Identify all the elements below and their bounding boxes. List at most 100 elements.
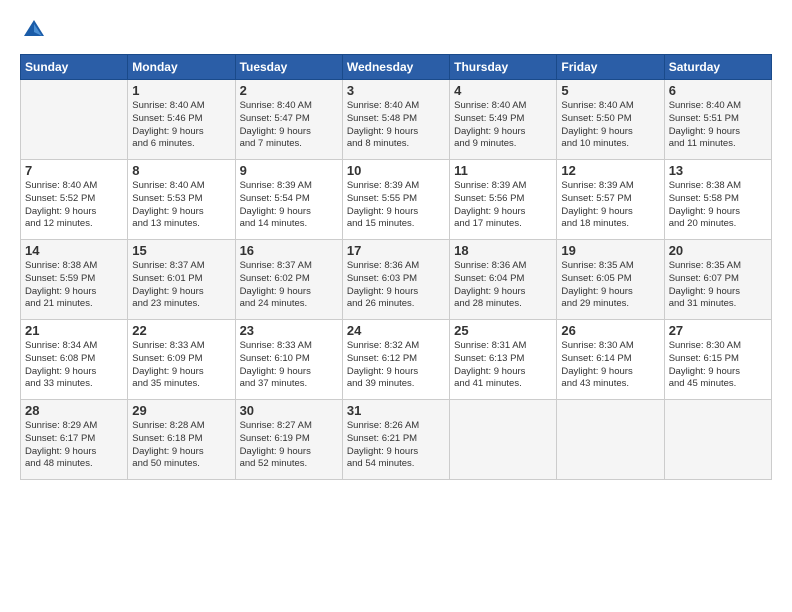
calendar-cell: 15 Sunrise: 8:37 AMSunset: 6:01 PMDayligh… [128, 240, 235, 320]
calendar-cell: 6 Sunrise: 8:40 AMSunset: 5:51 PMDaylight… [664, 80, 771, 160]
calendar-week-4: 21 Sunrise: 8:34 AMSunset: 6:08 PMDayligh… [21, 320, 772, 400]
calendar-cell [557, 400, 664, 480]
day-info: Sunrise: 8:33 AMSunset: 6:09 PMDaylight:… [132, 340, 230, 391]
calendar-cell: 1 Sunrise: 8:40 AMSunset: 5:46 PMDaylight… [128, 80, 235, 160]
day-info: Sunrise: 8:39 AMSunset: 5:57 PMDaylight:… [561, 180, 659, 231]
day-number: 20 [669, 243, 767, 258]
calendar-cell: 23 Sunrise: 8:33 AMSunset: 6:10 PMDayligh… [235, 320, 342, 400]
day-number: 6 [669, 83, 767, 98]
calendar-cell: 2 Sunrise: 8:40 AMSunset: 5:47 PMDaylight… [235, 80, 342, 160]
day-number: 30 [240, 403, 338, 418]
day-number: 24 [347, 323, 445, 338]
day-info: Sunrise: 8:37 AMSunset: 6:01 PMDaylight:… [132, 260, 230, 311]
logo [20, 16, 52, 44]
day-number: 13 [669, 163, 767, 178]
day-info: Sunrise: 8:40 AMSunset: 5:46 PMDaylight:… [132, 100, 230, 151]
page: SundayMondayTuesdayWednesdayThursdayFrid… [0, 0, 792, 612]
day-info: Sunrise: 8:36 AMSunset: 6:03 PMDaylight:… [347, 260, 445, 311]
weekday-header-row: SundayMondayTuesdayWednesdayThursdayFrid… [21, 55, 772, 80]
header [20, 16, 772, 44]
weekday-header-friday: Friday [557, 55, 664, 80]
day-info: Sunrise: 8:39 AMSunset: 5:55 PMDaylight:… [347, 180, 445, 231]
day-info: Sunrise: 8:38 AMSunset: 5:59 PMDaylight:… [25, 260, 123, 311]
calendar-cell: 7 Sunrise: 8:40 AMSunset: 5:52 PMDaylight… [21, 160, 128, 240]
day-info: Sunrise: 8:30 AMSunset: 6:15 PMDaylight:… [669, 340, 767, 391]
day-info: Sunrise: 8:26 AMSunset: 6:21 PMDaylight:… [347, 420, 445, 471]
calendar-cell: 11 Sunrise: 8:39 AMSunset: 5:56 PMDayligh… [450, 160, 557, 240]
day-number: 4 [454, 83, 552, 98]
calendar-cell: 24 Sunrise: 8:32 AMSunset: 6:12 PMDayligh… [342, 320, 449, 400]
calendar-week-3: 14 Sunrise: 8:38 AMSunset: 5:59 PMDayligh… [21, 240, 772, 320]
calendar-cell: 8Sunrise: 8:40 AMSunset: 5:53 PMDaylight… [128, 160, 235, 240]
calendar-cell: 14 Sunrise: 8:38 AMSunset: 5:59 PMDayligh… [21, 240, 128, 320]
logo-icon [20, 16, 48, 44]
calendar-cell: 20 Sunrise: 8:35 AMSunset: 6:07 PMDayligh… [664, 240, 771, 320]
calendar-week-1: 1 Sunrise: 8:40 AMSunset: 5:46 PMDaylight… [21, 80, 772, 160]
day-info: Sunrise: 8:38 AMSunset: 5:58 PMDaylight:… [669, 180, 767, 231]
day-info: Sunrise: 8:27 AMSunset: 6:19 PMDaylight:… [240, 420, 338, 471]
calendar-cell [664, 400, 771, 480]
calendar-cell: 4 Sunrise: 8:40 AMSunset: 5:49 PMDaylight… [450, 80, 557, 160]
weekday-header-tuesday: Tuesday [235, 55, 342, 80]
calendar-cell: 9Sunrise: 8:39 AMSunset: 5:54 PMDaylight… [235, 160, 342, 240]
day-info: Sunrise: 8:40 AMSunset: 5:52 PMDaylight:… [25, 180, 123, 231]
weekday-header-thursday: Thursday [450, 55, 557, 80]
day-info: Sunrise: 8:33 AMSunset: 6:10 PMDaylight:… [240, 340, 338, 391]
calendar-cell: 21 Sunrise: 8:34 AMSunset: 6:08 PMDayligh… [21, 320, 128, 400]
day-info: Sunrise: 8:39 AMSunset: 5:56 PMDaylight:… [454, 180, 552, 231]
calendar-table: SundayMondayTuesdayWednesdayThursdayFrid… [20, 54, 772, 480]
day-number: 16 [240, 243, 338, 258]
day-number: 21 [25, 323, 123, 338]
day-number: 26 [561, 323, 659, 338]
calendar-cell: 3Sunrise: 8:40 AMSunset: 5:48 PMDaylight… [342, 80, 449, 160]
calendar-cell [21, 80, 128, 160]
day-number: 7 [25, 163, 123, 178]
day-info: Sunrise: 8:29 AMSunset: 6:17 PMDaylight:… [25, 420, 123, 471]
calendar-cell: 25 Sunrise: 8:31 AMSunset: 6:13 PMDayligh… [450, 320, 557, 400]
calendar-cell: 13 Sunrise: 8:38 AMSunset: 5:58 PMDayligh… [664, 160, 771, 240]
day-number: 31 [347, 403, 445, 418]
day-info: Sunrise: 8:40 AMSunset: 5:47 PMDaylight:… [240, 100, 338, 151]
day-info: Sunrise: 8:35 AMSunset: 6:05 PMDaylight:… [561, 260, 659, 311]
day-number: 3 [347, 83, 445, 98]
calendar-cell [450, 400, 557, 480]
calendar-cell: 29 Sunrise: 8:28 AMSunset: 6:18 PMDayligh… [128, 400, 235, 480]
day-info: Sunrise: 8:31 AMSunset: 6:13 PMDaylight:… [454, 340, 552, 391]
calendar-cell: 27Sunrise: 8:30 AMSunset: 6:15 PMDayligh… [664, 320, 771, 400]
day-number: 12 [561, 163, 659, 178]
day-number: 18 [454, 243, 552, 258]
day-info: Sunrise: 8:32 AMSunset: 6:12 PMDaylight:… [347, 340, 445, 391]
day-number: 22 [132, 323, 230, 338]
calendar-week-5: 28 Sunrise: 8:29 AMSunset: 6:17 PMDayligh… [21, 400, 772, 480]
day-number: 14 [25, 243, 123, 258]
calendar-cell: 12 Sunrise: 8:39 AMSunset: 5:57 PMDayligh… [557, 160, 664, 240]
calendar-cell: 31 Sunrise: 8:26 AMSunset: 6:21 PMDayligh… [342, 400, 449, 480]
weekday-header-saturday: Saturday [664, 55, 771, 80]
day-number: 17 [347, 243, 445, 258]
day-info: Sunrise: 8:30 AMSunset: 6:14 PMDaylight:… [561, 340, 659, 391]
weekday-header-monday: Monday [128, 55, 235, 80]
day-number: 23 [240, 323, 338, 338]
calendar-cell: 5Sunrise: 8:40 AMSunset: 5:50 PMDaylight… [557, 80, 664, 160]
day-number: 10 [347, 163, 445, 178]
day-number: 15 [132, 243, 230, 258]
day-info: Sunrise: 8:36 AMSunset: 6:04 PMDaylight:… [454, 260, 552, 311]
day-number: 1 [132, 83, 230, 98]
day-number: 25 [454, 323, 552, 338]
day-info: Sunrise: 8:34 AMSunset: 6:08 PMDaylight:… [25, 340, 123, 391]
day-info: Sunrise: 8:40 AMSunset: 5:49 PMDaylight:… [454, 100, 552, 151]
day-info: Sunrise: 8:35 AMSunset: 6:07 PMDaylight:… [669, 260, 767, 311]
day-number: 28 [25, 403, 123, 418]
calendar-cell: 28 Sunrise: 8:29 AMSunset: 6:17 PMDayligh… [21, 400, 128, 480]
day-number: 29 [132, 403, 230, 418]
day-info: Sunrise: 8:28 AMSunset: 6:18 PMDaylight:… [132, 420, 230, 471]
weekday-header-sunday: Sunday [21, 55, 128, 80]
day-number: 11 [454, 163, 552, 178]
calendar-cell: 22 Sunrise: 8:33 AMSunset: 6:09 PMDayligh… [128, 320, 235, 400]
day-info: Sunrise: 8:37 AMSunset: 6:02 PMDaylight:… [240, 260, 338, 311]
day-info: Sunrise: 8:40 AMSunset: 5:51 PMDaylight:… [669, 100, 767, 151]
calendar-cell: 10 Sunrise: 8:39 AMSunset: 5:55 PMDayligh… [342, 160, 449, 240]
day-number: 2 [240, 83, 338, 98]
weekday-header-wednesday: Wednesday [342, 55, 449, 80]
day-number: 8 [132, 163, 230, 178]
